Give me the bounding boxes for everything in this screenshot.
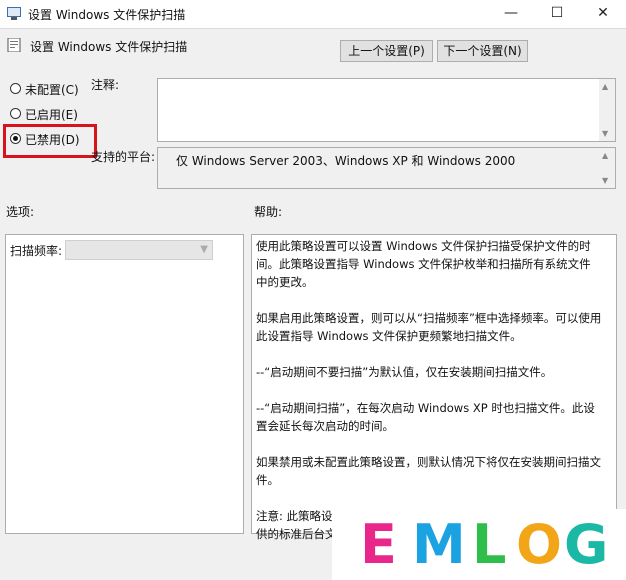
- window-title: 设置 Windows 文件保护扫描: [28, 8, 186, 22]
- policy-icon: [7, 38, 21, 52]
- chevron-down-icon[interactable]: ▼: [200, 244, 208, 255]
- logo-letter: O: [516, 513, 562, 576]
- scroll-down-icon[interactable]: ▼: [602, 129, 608, 138]
- radio-enabled-indicator[interactable]: [10, 108, 21, 119]
- options-panel: [5, 234, 244, 534]
- radio-enabled[interactable]: 已启用(E): [8, 105, 108, 123]
- platform-label: 支持的平台:: [91, 150, 156, 164]
- help-paragraph: --“启动期间扫描”，在每次启动 Windows XP 时也扫描文件。此设置会延…: [256, 401, 595, 433]
- logo-letter: L: [472, 513, 507, 576]
- radio-not-configured-label: 未配置(C): [25, 83, 79, 97]
- platform-scrollbar[interactable]: ▲ ▼: [599, 148, 615, 188]
- scroll-up-icon[interactable]: ▲: [602, 151, 608, 160]
- next-setting-button[interactable]: 下一个设置(N): [437, 40, 528, 62]
- help-panel: 使用此策略设置可以设置 Windows 文件保护扫描受保护文件的时间。此策略设置…: [251, 234, 617, 541]
- title-bar: 设置 Windows 文件保护扫描 — ☐ ✕: [0, 0, 626, 29]
- scan-frequency-select[interactable]: ▼: [65, 240, 213, 260]
- comment-field[interactable]: ▲ ▼: [157, 78, 616, 142]
- scan-frequency-label: 扫描频率:: [10, 244, 63, 258]
- scroll-down-icon[interactable]: ▼: [602, 176, 608, 185]
- logo-letter: M: [412, 513, 466, 576]
- minimize-icon[interactable]: —: [488, 0, 534, 28]
- logo-letter: G: [564, 513, 609, 576]
- app-icon: [7, 7, 21, 20]
- help-paragraph: 使用此策略设置可以设置 Windows 文件保护扫描受保护文件的时间。此策略设置…: [256, 239, 591, 289]
- prev-setting-button[interactable]: 上一个设置(P): [340, 40, 433, 62]
- comment-scrollbar[interactable]: ▲ ▼: [599, 79, 615, 141]
- help-paragraph: --“启动期间不要扫描”为默认值，仅在安装期间扫描文件。: [256, 365, 553, 379]
- radio-not-configured-indicator[interactable]: [10, 83, 21, 94]
- highlight-annotation: [3, 124, 97, 158]
- comment-label: 注释:: [91, 78, 120, 92]
- emlog-logo: E M L O G: [332, 509, 626, 580]
- scroll-up-icon[interactable]: ▲: [602, 82, 608, 91]
- radio-enabled-label: 已启用(E): [25, 108, 78, 122]
- close-icon[interactable]: ✕: [580, 0, 626, 28]
- platform-value: 仅 Windows Server 2003、Windows XP 和 Windo…: [176, 154, 516, 168]
- maximize-icon[interactable]: ☐: [534, 0, 580, 28]
- help-label: 帮助:: [254, 205, 283, 219]
- help-paragraph: 如果禁用或未配置此策略设置，则默认情况下将仅在安装期间扫描文件。: [256, 455, 601, 487]
- logo-letter: E: [360, 513, 397, 576]
- help-paragraph: 如果启用此策略设置，则可以从“扫描频率”框中选择频率。可以使用此设置指导 Win…: [256, 311, 602, 343]
- policy-title: 设置 Windows 文件保护扫描: [30, 40, 188, 54]
- options-label: 选项:: [6, 205, 35, 219]
